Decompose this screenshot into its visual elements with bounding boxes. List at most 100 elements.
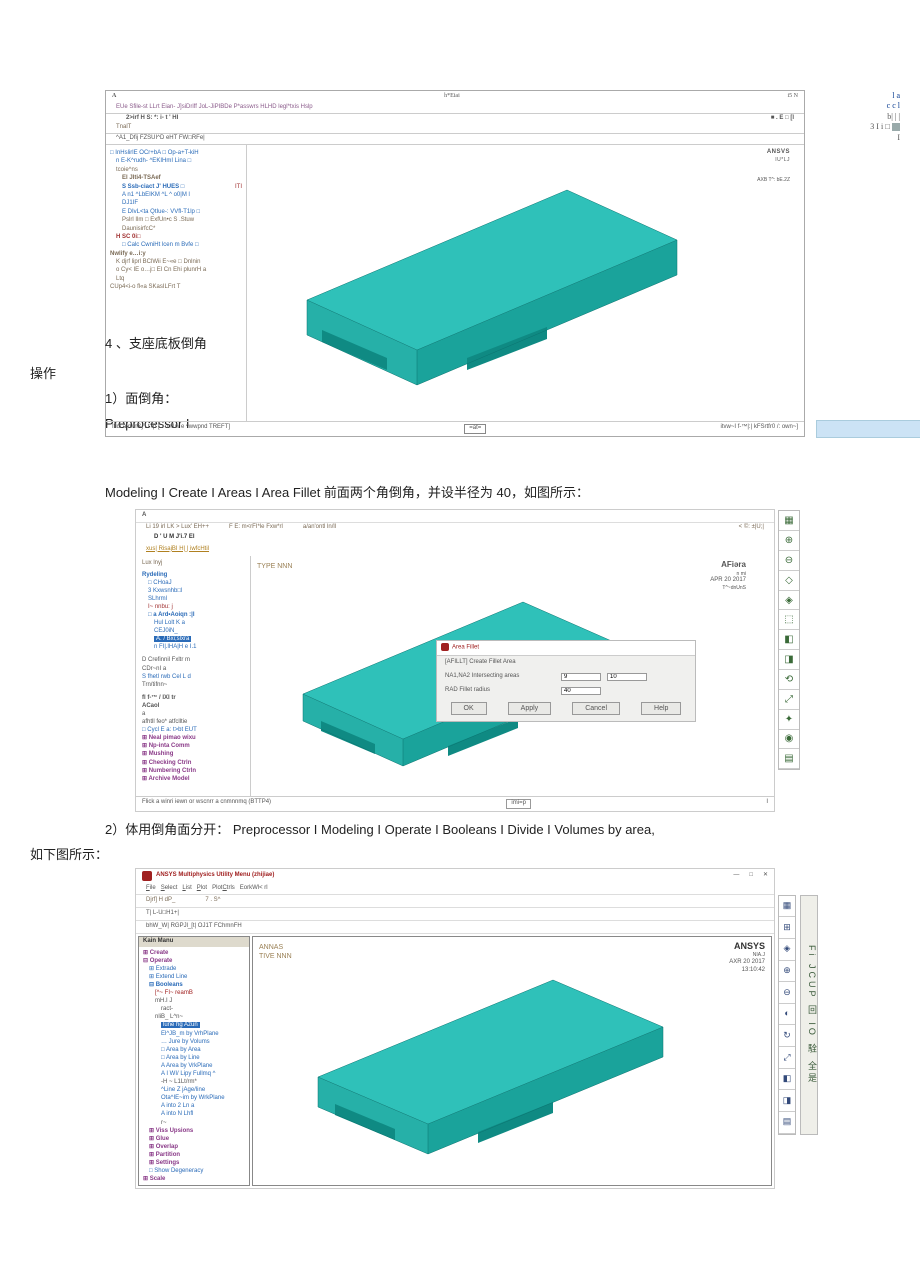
tool-icon[interactable]: ⬚: [779, 610, 799, 630]
ss3-right-toolbar-1[interactable]: ▦ ⊞ ◈ ⊕ ⊖ ◐ ↻ ⤢ ◧ ◨ ▤: [778, 895, 796, 1135]
tree-item[interactable]: E DIvL<ta QtIue-: VVfl-T1lp □: [110, 208, 242, 216]
ss2-right-toolbar[interactable]: ▦ ⊕ ⊖ ◇ ◈ ⬚ ◧ ◨ ⟲ ⤢ ✦ ◉ ▤: [778, 510, 800, 770]
tool-icon[interactable]: ▦: [779, 511, 799, 531]
tree-item[interactable]: CEJ0iN_: [142, 627, 247, 635]
tool-icon[interactable]: ⤢: [779, 1047, 795, 1069]
tree-item[interactable]: Hul Lolt K a: [142, 619, 247, 627]
ss1-toolbar-r[interactable]: ■ . E □ [l: [771, 115, 794, 123]
tree-item[interactable]: ⊞ Overlap: [143, 1143, 245, 1151]
tool-icon[interactable]: ⊖: [779, 551, 799, 571]
tree-item[interactable]: ⊞ Viss Upsions: [143, 1127, 245, 1135]
tree-item[interactable]: A I WI/ Lipy Fullmq ^: [143, 1070, 245, 1078]
close-icon[interactable]: ✕: [763, 872, 768, 880]
tree-item[interactable]: tcoie^ns: [110, 166, 242, 174]
tree-item[interactable]: H SC 0i□: [110, 233, 242, 241]
tree-item[interactable]: El Jlti4-TSAef: [110, 174, 242, 182]
dlg-input-na1[interactable]: [561, 673, 601, 681]
tree-item[interactable]: ⊞ Archive Model: [142, 775, 247, 783]
tree-item-selected[interactable]: A. / Bxi;slxra: [154, 636, 191, 642]
tool-icon[interactable]: ◨: [779, 1090, 795, 1112]
ss1-taskbar-icons[interactable]: [816, 420, 920, 438]
tree-item[interactable]: 3 Kxwsnhb□l: [142, 587, 247, 595]
dlg-ok-button[interactable]: OK: [451, 702, 487, 715]
tool-icon[interactable]: ◈: [779, 939, 795, 961]
tool-icon[interactable]: ◉: [779, 730, 799, 750]
minimize-icon[interactable]: —: [733, 872, 739, 880]
tool-icon[interactable]: ◇: [779, 571, 799, 591]
tree-item[interactable]: ⊞ Create: [143, 949, 245, 957]
tree-item[interactable]: n E-K^rudh- ^EKIHmI Lina □: [110, 157, 242, 165]
dlg-cancel-button[interactable]: Cancel: [572, 702, 620, 715]
tree-item[interactable]: mH.I J: [143, 997, 245, 1005]
tree-item[interactable]: afhtll feo* atfclltie: [142, 718, 247, 726]
tree-item[interactable]: CUp4<i-o fl«a SKasILFrt T: [110, 283, 242, 291]
tool-icon[interactable]: ◧: [779, 630, 799, 650]
tree-item[interactable]: ⊞ Extend Line: [143, 973, 245, 981]
tree-item[interactable]: □ InHslirlE OCr+bA □ Op-a+T-kiH: [110, 149, 242, 157]
tool-icon[interactable]: ▤: [779, 1112, 795, 1134]
ss2-tree[interactable]: Lux lnyj Rydeling □ CHoaJ 3 Kxwsnhb□l SL…: [136, 556, 251, 796]
tree-item-selected[interactable]: lune hg Azun: [161, 1022, 200, 1028]
tool-icon[interactable]: ◧: [779, 1069, 795, 1091]
ss3-model-preview[interactable]: ANNASTIVE NNN ANSYS NIA.J AXR 20 2017 13…: [252, 936, 772, 1187]
tool-icon[interactable]: ◈: [779, 591, 799, 611]
tree-item[interactable]: Nwlify e…i:y: [110, 250, 242, 258]
tool-icon[interactable]: ⊕: [779, 961, 795, 983]
tree-item[interactable]: ^Line Z jAge/line: [143, 1086, 245, 1094]
dlg-apply-button[interactable]: Apply: [508, 702, 552, 715]
tool-icon[interactable]: ✦: [779, 710, 799, 730]
tree-item[interactable]: nliB_ L^n~: [143, 1013, 245, 1021]
tree-item[interactable]: r~: [143, 1119, 245, 1127]
menubar[interactable]: File Select List Plot PlotCtrls EorkWl< …: [136, 883, 774, 896]
ss2-link-row[interactable]: xus| RisajBI H| | iwfcHtil: [136, 543, 774, 557]
tree-item[interactable]: □ Cycl E a: t>bt EUT: [142, 726, 247, 734]
tree-item[interactable]: … Jure by Volums: [143, 1038, 245, 1046]
ss1-menubar[interactable]: EUe Sfile-st LLrt Eian- J]siDriff JoL-Ji…: [106, 103, 804, 114]
tree-item[interactable]: fl f-™ / IXI tr: [142, 694, 247, 702]
dlg-help-button[interactable]: Help: [641, 702, 681, 715]
dlg-input-rad[interactable]: [561, 687, 601, 695]
tree-item[interactable]: D Crefinnil Fxltr m: [142, 656, 247, 664]
tree-item[interactable]: o Cy< IE o…j□ El Cn Ehi plunrH a: [110, 266, 242, 274]
tree-item[interactable]: ⊞ Checking Ctrln: [142, 759, 247, 767]
tree-item[interactable]: ⊞ Numbering Ctrln: [142, 767, 247, 775]
tree-item[interactable]: SLhrml: [142, 595, 247, 603]
tree-item[interactable]: □ Calc CwniHt lcen m Bvfe □: [110, 241, 242, 249]
tree-item[interactable]: Ota^IE~im by WrkPlane: [143, 1094, 245, 1102]
tree-item[interactable]: S Ssb-ciact J' HUES □: [110, 183, 184, 191]
tree-item[interactable]: ⊞ Neal pimao wixu: [142, 734, 247, 742]
dlg-input-na2[interactable]: [607, 673, 647, 681]
tree-item[interactable]: K djrf liprl BClWii E~«e □ Dnlnin: [110, 258, 242, 266]
tree-item[interactable]: n FI|.lHA|H e I.1: [142, 643, 247, 651]
tree-item[interactable]: Rydeling: [142, 571, 247, 579]
tree-item[interactable]: Trn/tifnn~: [142, 681, 247, 689]
tree-item[interactable]: ⊞ Partition: [143, 1151, 245, 1159]
ss2-model-preview[interactable]: TYPE NNN AFiəra n mi APR 20 2017 T^~dnUn…: [251, 556, 774, 796]
tree-item[interactable]: ACaol: [142, 702, 247, 710]
tool-icon[interactable]: ◨: [779, 650, 799, 670]
tree-item[interactable]: □ a Ard•Aoiqn :|I: [142, 611, 247, 619]
ss2-status-m[interactable]: imi=p: [506, 799, 531, 809]
tree-item[interactable]: A n1 ^LbEIKM ^L ^ o0|M l: [110, 191, 242, 199]
tree-item[interactable]: ⊞ Mushing: [142, 750, 247, 758]
tree-item[interactable]: a: [142, 710, 247, 718]
maximize-icon[interactable]: □: [749, 872, 753, 880]
tree-item[interactable]: DaunisirfcC*: [110, 225, 242, 233]
tree-item[interactable]: ⊞ Glue: [143, 1135, 245, 1143]
tree-item[interactable]: [^~ FI~ reamB: [143, 989, 245, 997]
tree-item[interactable]: DJ1IF: [110, 199, 242, 207]
tree-item[interactable]: □ Area by Line: [143, 1054, 245, 1062]
tree-item[interactable]: □ Show Degeneracy: [143, 1167, 245, 1175]
tree-item[interactable]: ⊞ Extrade: [143, 965, 245, 973]
tree-item[interactable]: □ Area by Area: [143, 1046, 245, 1054]
tool-icon[interactable]: ◐: [779, 1004, 795, 1026]
tool-icon[interactable]: ▦: [779, 896, 795, 918]
tool-icon[interactable]: ▤: [779, 749, 799, 769]
ss1-toolbar-l[interactable]: 2>irf H S: *: i- t ' HI: [126, 115, 178, 123]
tree-item[interactable]: Pslrl Ilm □ ExfUn•c S .Stuw: [110, 216, 242, 224]
tree-item[interactable]: El^JB_m by VrhPlane: [143, 1030, 245, 1038]
tree-item[interactable]: ract-: [143, 1005, 245, 1013]
ss1-status-m[interactable]: =at=: [464, 424, 486, 434]
ss3-right-toolbar-2[interactable]: Fi JCUP 回 IO 駩 全是: [800, 895, 818, 1135]
area-fillet-dialog[interactable]: Area Fillet [AFILLT] Create Fillet Area …: [436, 640, 696, 721]
